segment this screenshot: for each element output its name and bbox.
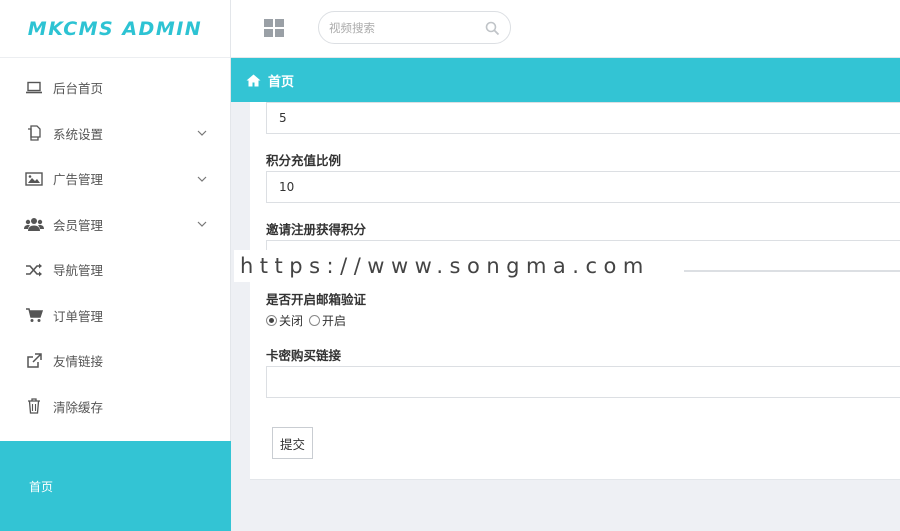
points-ratio-input[interactable] [266, 171, 900, 203]
sidebar-item-clear-cache[interactable]: 清除缓存 [0, 384, 230, 430]
sidebar-item-system-settings[interactable]: 系统设置 [0, 111, 230, 157]
cart-icon [24, 306, 44, 324]
sidebar-item-label: 导航管理 [53, 263, 104, 279]
shuffle-icon [24, 261, 44, 279]
home-icon [246, 73, 262, 87]
copy-icon [24, 124, 44, 142]
watermark-text: https://www.songma.com [240, 254, 650, 278]
field1-input[interactable] [266, 102, 900, 134]
topbar [231, 0, 900, 58]
trash-icon [24, 397, 44, 415]
radio-off[interactable] [266, 315, 277, 326]
chevron-down-icon [196, 127, 208, 139]
sidebar-footer-label: 首页 [29, 479, 54, 494]
submit-button[interactable]: 提交 [272, 427, 313, 459]
sidebar-item-navigation[interactable]: 导航管理 [0, 247, 230, 293]
external-link-icon [24, 352, 44, 370]
users-icon [24, 215, 44, 233]
sidebar: MKCMS ADMIN 后台首页 系统设置 广告管理 会员管理 导航管理 订单管… [0, 0, 231, 531]
card-purchase-link-input[interactable] [266, 366, 900, 398]
search-box [318, 11, 511, 44]
laptop-icon [24, 79, 44, 97]
sidebar-menu: 后台首页 系统设置 广告管理 会员管理 导航管理 订单管理 友情链接 清除缓存 [0, 58, 230, 429]
settings-form: 积分充值比例 邀请注册获得积分 是否开启邮箱验证 关闭 开启 卡密购买链接 提交 [250, 102, 900, 480]
chevron-down-icon [196, 218, 208, 230]
page-header: 首页 [231, 58, 900, 102]
sidebar-item-friend-links[interactable]: 友情链接 [0, 338, 230, 384]
sidebar-item-label: 清除缓存 [53, 399, 104, 415]
grid-icon[interactable] [264, 19, 284, 37]
field3-label: 邀请注册获得积分 [266, 222, 367, 237]
sidebar-item-label: 会员管理 [53, 217, 104, 233]
search-icon[interactable] [485, 21, 500, 36]
radio-off-label: 关闭 [279, 314, 304, 328]
search-input[interactable] [329, 20, 479, 36]
page-title: 首页 [268, 74, 295, 90]
radio-on[interactable] [309, 315, 321, 326]
sidebar-item-label: 订单管理 [53, 308, 104, 324]
chevron-down-icon [196, 173, 208, 185]
sidebar-item-label: 后台首页 [53, 81, 104, 97]
sidebar-item-label: 系统设置 [53, 126, 104, 142]
field5-label: 卡密购买链接 [266, 348, 342, 363]
sidebar-item-ads[interactable]: 广告管理 [0, 156, 230, 202]
sidebar-item-label: 友情链接 [53, 354, 104, 370]
watermark: https://www.songma.com [234, 250, 684, 282]
sidebar-item-label: 广告管理 [53, 172, 104, 188]
sidebar-footer[interactable]: 首页 [0, 441, 231, 531]
logo[interactable]: MKCMS ADMIN [0, 0, 230, 58]
field2-label: 积分充值比例 [266, 153, 342, 168]
radio-on-label: 开启 [322, 314, 347, 328]
logo-text: MKCMS ADMIN [27, 17, 203, 40]
image-icon [24, 170, 44, 188]
sidebar-item-dashboard[interactable]: 后台首页 [0, 65, 230, 111]
watermark-divider [684, 270, 900, 271]
email-verify-radio-group: 关闭 开启 [266, 312, 352, 329]
field4-label: 是否开启邮箱验证 [266, 292, 367, 307]
sidebar-item-members[interactable]: 会员管理 [0, 202, 230, 248]
sidebar-item-orders[interactable]: 订单管理 [0, 293, 230, 339]
